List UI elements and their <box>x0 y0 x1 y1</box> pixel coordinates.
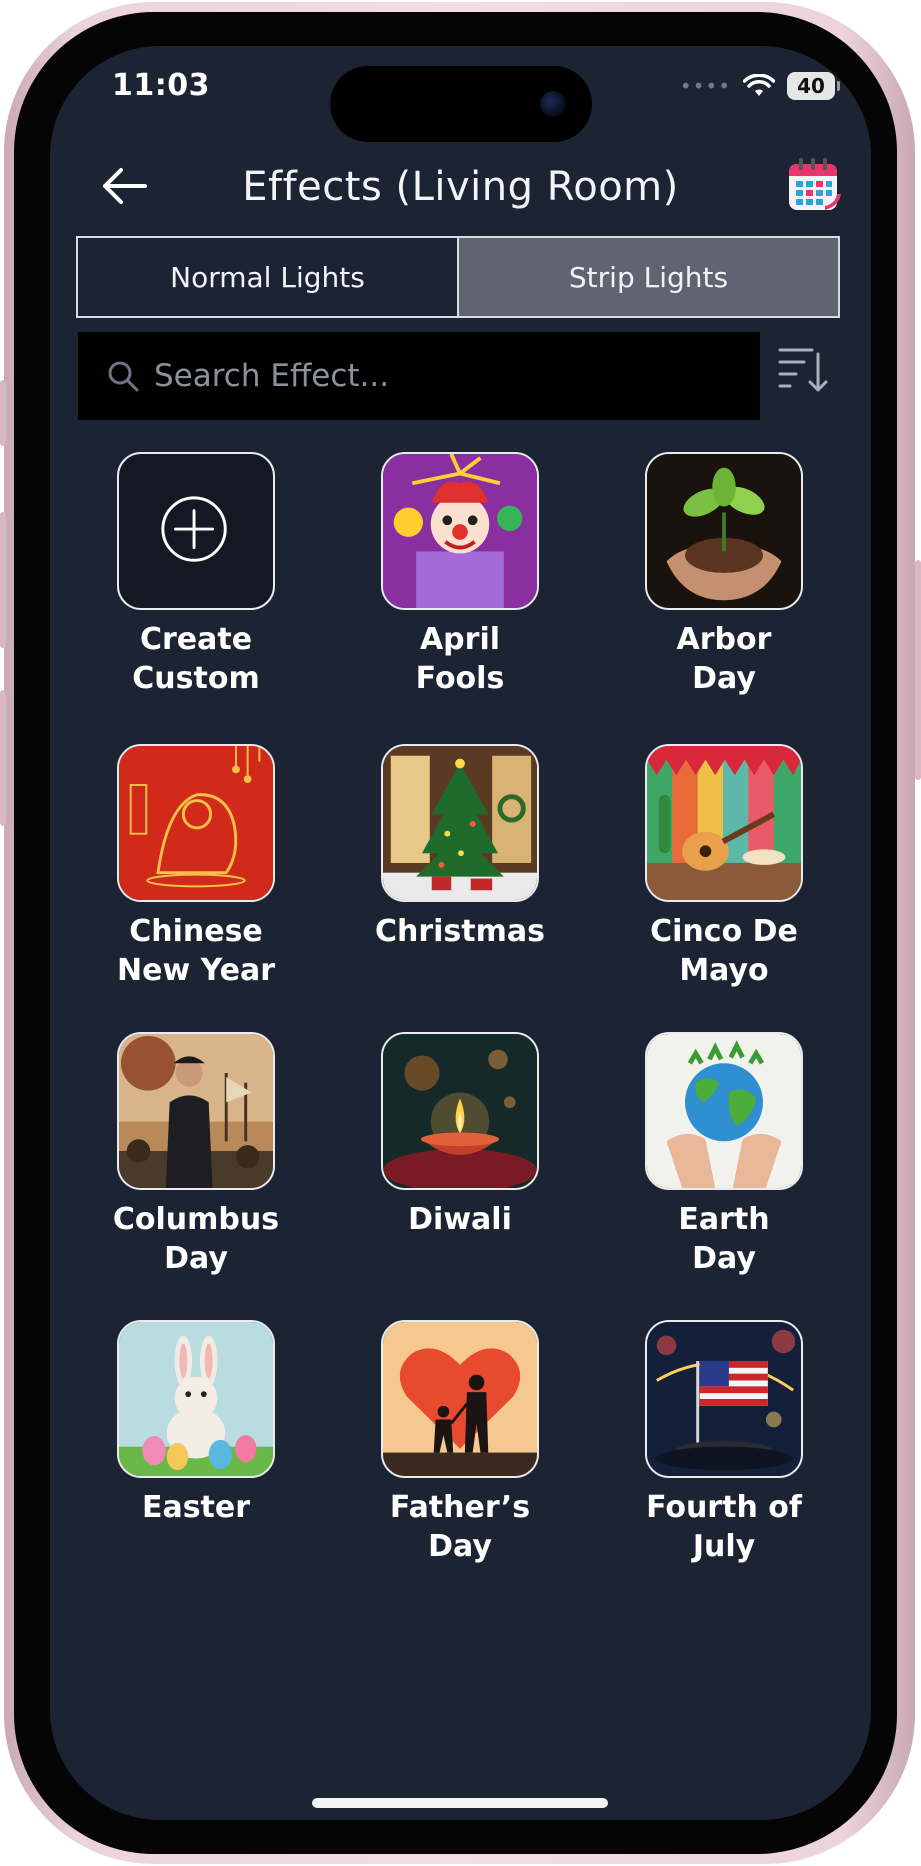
sort-icon <box>778 348 828 392</box>
effect-columbus-day[interactable]: Columbus Day <box>76 1032 316 1278</box>
diya-lamp-icon <box>383 1034 537 1188</box>
effect-thumbnail <box>381 1032 539 1190</box>
effect-thumbnail <box>381 1320 539 1478</box>
tab-strip-lights[interactable]: Strip Lights <box>457 238 838 316</box>
effect-arbor-day[interactable]: Arbor Day <box>604 452 844 698</box>
effect-create-custom[interactable]: Create Custom <box>76 452 316 698</box>
page-title: Effects (Living Room) <box>242 164 679 210</box>
effect-thumbnail <box>117 452 275 610</box>
plus-circle-icon <box>161 496 227 562</box>
effect-thumbnail <box>117 1032 275 1190</box>
effect-label: Create Custom <box>132 622 260 696</box>
volume-down-button <box>0 690 6 826</box>
calendar-icon <box>789 158 841 210</box>
effect-thumbnail <box>645 1320 803 1478</box>
effect-thumbnail <box>381 744 539 902</box>
search-bar <box>78 332 760 420</box>
effect-thumbnail <box>117 1320 275 1478</box>
status-indicators: •••• 40 <box>679 72 840 100</box>
effect-label: Columbus Day <box>112 1202 280 1276</box>
volume-up-button <box>0 512 6 648</box>
bunny-eggs-icon <box>119 1322 273 1476</box>
effect-label: Arbor Day <box>676 622 772 696</box>
cellular-signal-icon: •••• <box>679 74 731 98</box>
power-button <box>915 560 921 780</box>
effect-label: Father’s Day <box>389 1490 531 1564</box>
earth-globe-icon <box>647 1034 801 1188</box>
app-screen: 11:03 •••• 40 Effects (Living Room) Norm… <box>50 46 871 1820</box>
calendar-button[interactable] <box>785 154 843 214</box>
status-time: 11:03 <box>112 68 210 103</box>
header: Effects (Living Room) <box>50 146 871 226</box>
effect-christmas[interactable]: Christmas <box>340 744 580 951</box>
action-button <box>0 380 6 446</box>
wifi-icon <box>743 74 775 96</box>
effect-label: Cinco De Mayo <box>650 914 798 988</box>
front-camera <box>540 91 566 117</box>
effect-label: Easter <box>141 1490 251 1525</box>
effect-chinese-new-year[interactable]: Chinese New Year <box>76 744 316 990</box>
effect-diwali[interactable]: Diwali <box>340 1032 580 1239</box>
search-input[interactable] <box>152 357 760 395</box>
battery-icon: 40 <box>787 72 840 100</box>
effect-label: Diwali <box>408 1202 512 1237</box>
effect-april-fools[interactable]: April Fools <box>340 452 580 698</box>
sort-button[interactable] <box>776 342 832 398</box>
effect-label: April Fools <box>415 622 505 696</box>
effect-thumbnail <box>381 452 539 610</box>
lion-dance-icon <box>119 746 273 900</box>
effect-cinco-de-mayo[interactable]: Cinco De Mayo <box>604 744 844 990</box>
effect-thumbnail <box>645 452 803 610</box>
effect-label: Earth Day <box>678 1202 770 1276</box>
american-flag-icon <box>647 1322 801 1476</box>
jester-icon <box>383 454 537 608</box>
home-indicator[interactable] <box>312 1798 608 1808</box>
effect-label: Fourth of July <box>646 1490 802 1564</box>
effect-label: Chinese New Year <box>117 914 275 988</box>
effect-fourth-of-july[interactable]: Fourth of July <box>604 1320 844 1566</box>
guitar-sombrero-icon <box>647 746 801 900</box>
effect-thumbnail <box>645 744 803 902</box>
father-child-heart-icon <box>383 1322 537 1476</box>
christmas-tree-icon <box>383 746 537 900</box>
effect-easter[interactable]: Easter <box>76 1320 316 1527</box>
plant-in-hands-icon <box>647 454 801 608</box>
tab-normal-lights[interactable]: Normal Lights <box>78 238 457 316</box>
dynamic-island <box>330 66 592 142</box>
search-icon <box>108 361 139 392</box>
effect-thumbnail <box>117 744 275 902</box>
explorer-icon <box>119 1034 273 1188</box>
effect-thumbnail <box>645 1032 803 1190</box>
effect-earth-day[interactable]: Earth Day <box>604 1032 844 1278</box>
light-type-tabs: Normal Lights Strip Lights <box>76 236 840 318</box>
effect-fathers-day[interactable]: Father’s Day <box>340 1320 580 1566</box>
effect-label: Christmas <box>374 914 545 949</box>
